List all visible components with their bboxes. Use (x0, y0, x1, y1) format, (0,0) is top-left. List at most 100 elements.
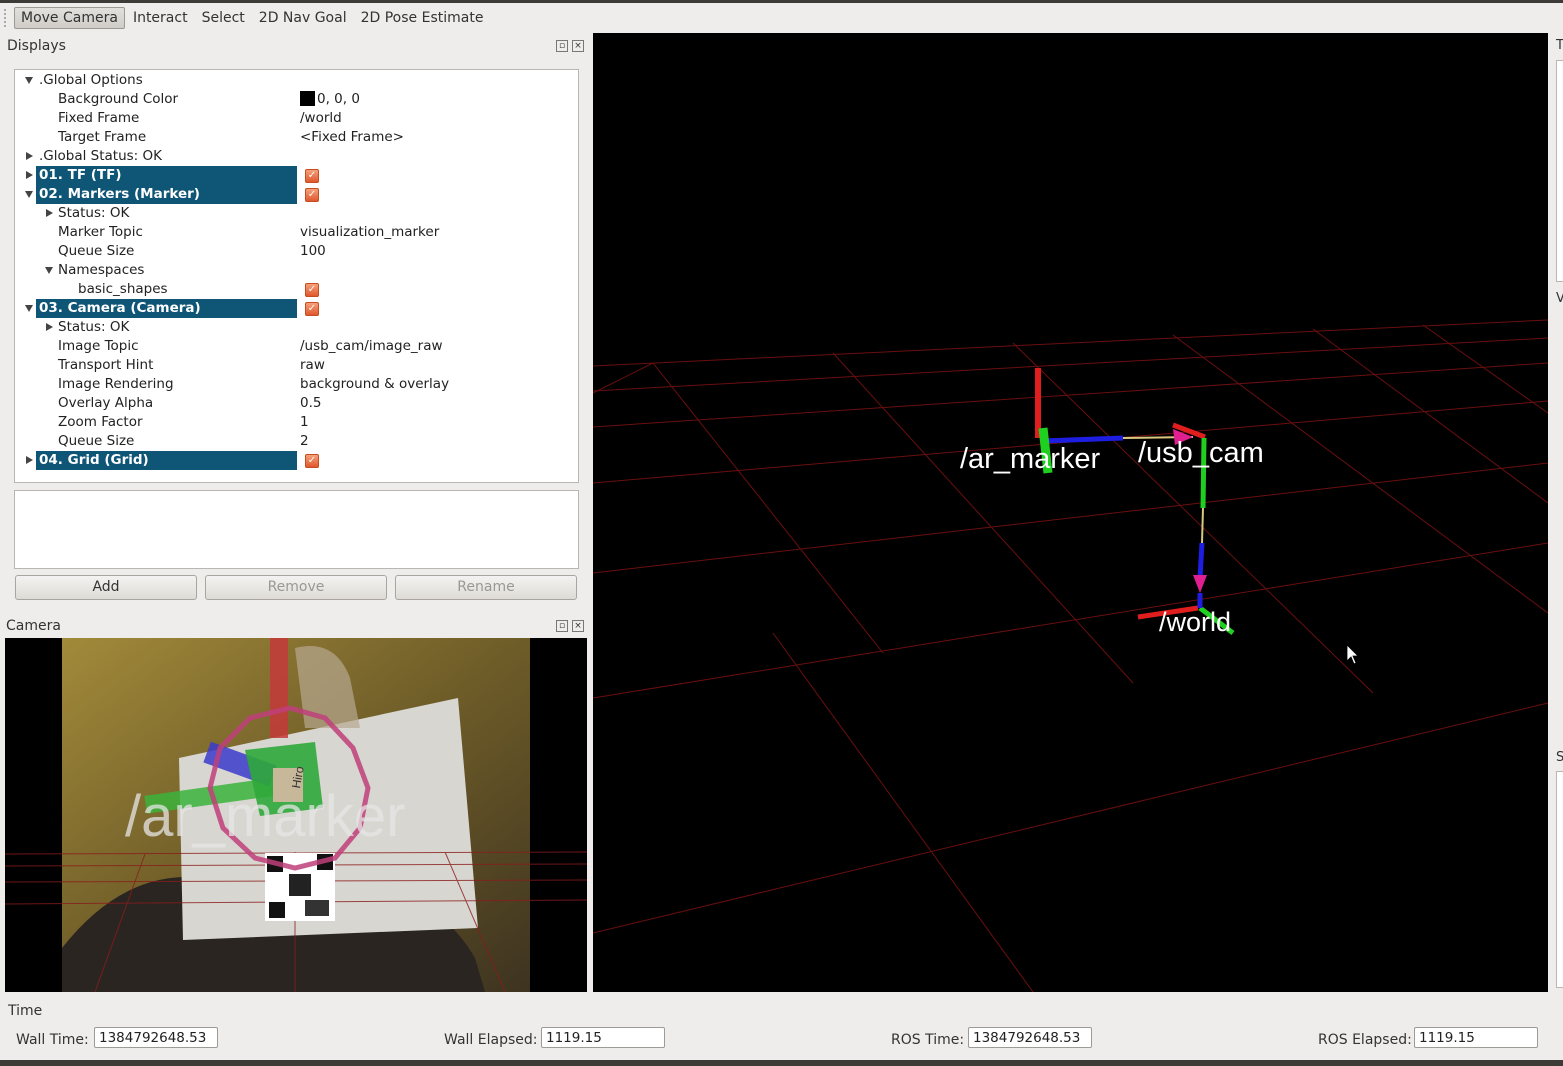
tree-row-transport-hint[interactable]: Transport Hint raw (15, 356, 578, 375)
tool-select[interactable]: Select (196, 8, 251, 28)
expand-arrow-icon[interactable] (26, 456, 33, 464)
property-value[interactable]: 2 (300, 432, 309, 451)
property-value[interactable]: background & overlay (300, 375, 449, 394)
property-label: Image Rendering (58, 376, 174, 392)
ros-time-field[interactable]: 1384792648.53 (968, 1027, 1092, 1048)
property-label: Target Frame (58, 129, 147, 145)
tree-row-zoom-factor[interactable]: Zoom Factor 1 (15, 413, 578, 432)
ros-elapsed-field[interactable]: 1119.15 (1414, 1027, 1538, 1048)
property-value[interactable]: /usb_cam/image_raw (300, 337, 443, 356)
tree-row-target-frame[interactable]: Target Frame <Fixed Frame> (15, 128, 578, 147)
tree-row-overlay-alpha[interactable]: Overlay Alpha 0.5 (15, 394, 578, 413)
property-label: Marker Topic (58, 224, 143, 240)
wall-time-field[interactable]: 1384792648.53 (94, 1027, 218, 1048)
property-value[interactable]: 1 (300, 413, 309, 432)
color-swatch (300, 91, 315, 106)
enabled-checkbox[interactable]: ✓ (305, 188, 319, 202)
property-value: 0, 0, 0 (317, 91, 360, 107)
right-panel-box-bottom (1556, 771, 1563, 988)
tool-2d-nav-goal[interactable]: 2D Nav Goal (253, 8, 353, 28)
tree-row-fixed-frame[interactable]: Fixed Frame /world (15, 109, 578, 128)
tree-row-image-topic[interactable]: Image Topic /usb_cam/image_raw (15, 337, 578, 356)
property-value[interactable]: 100 (300, 242, 326, 261)
tree-row-namespaces[interactable]: Namespaces (15, 261, 578, 280)
tree-row-background-color[interactable]: Background Color 0, 0, 0 (15, 90, 578, 109)
expand-arrow-icon[interactable] (26, 152, 33, 160)
property-label: Background Color (58, 91, 179, 107)
enabled-checkbox[interactable]: ✓ (305, 454, 319, 468)
tree-row-basic-shapes[interactable]: basic_shapes ✓ (15, 280, 578, 299)
camera-image-view[interactable]: Hiro /ar_marker (5, 638, 587, 992)
tree-row-marker-topic[interactable]: Marker Topic visualization_marker (15, 223, 578, 242)
tree-row-image-rendering[interactable]: Image Rendering background & overlay (15, 375, 578, 394)
expand-arrow-icon[interactable] (45, 267, 53, 274)
undock-icon[interactable]: ▫ (556, 40, 568, 52)
expand-arrow-icon[interactable] (46, 323, 53, 331)
tree-row-tf[interactable]: 01. TF (TF) ✓ (15, 166, 578, 185)
enabled-checkbox[interactable]: ✓ (305, 302, 319, 316)
render-3d-view[interactable]: /ar_marker /usb_cam /world (593, 33, 1548, 992)
rename-button[interactable]: Rename (395, 575, 577, 600)
enabled-checkbox[interactable]: ✓ (305, 169, 319, 183)
tree-row-camera-queue[interactable]: Queue Size 2 (15, 432, 578, 451)
tool-2d-pose-estimate[interactable]: 2D Pose Estimate (355, 8, 490, 28)
displays-tree[interactable]: .Global Options Background Color 0, 0, 0… (14, 69, 579, 483)
remove-button[interactable]: Remove (205, 575, 387, 600)
tool-interact[interactable]: Interact (127, 8, 194, 28)
tool-move-camera[interactable]: Move Camera (14, 7, 125, 29)
global-status-label: .Global Status: OK (39, 148, 162, 164)
camera-dock-buttons: ▫ × (556, 620, 584, 632)
wall-elapsed-field[interactable]: 1119.15 (541, 1027, 665, 1048)
tree-row-camera-status[interactable]: Status: OK (15, 318, 578, 337)
display-name: 02. Markers (Marker) (39, 186, 200, 202)
expand-arrow-icon[interactable] (25, 191, 33, 198)
enabled-checkbox[interactable]: ✓ (305, 283, 319, 297)
tree-row-camera[interactable]: 03. Camera (Camera) ✓ (15, 299, 578, 318)
expand-arrow-icon[interactable] (46, 209, 53, 217)
frame-label-world: /world (1159, 607, 1231, 637)
camera-panel-title: Camera (6, 618, 61, 634)
tree-row-markers-queue[interactable]: Queue Size 100 (15, 242, 578, 261)
right-panel-letter-t: T (1556, 38, 1563, 53)
right-panel-letter-v: V (1556, 291, 1563, 306)
namespaces-label: Namespaces (58, 262, 145, 278)
close-icon[interactable]: × (572, 620, 584, 632)
undock-icon[interactable]: ▫ (556, 620, 568, 632)
expand-arrow-icon[interactable] (25, 77, 33, 84)
tf-frames (1035, 368, 1235, 635)
display-name: 03. Camera (Camera) (39, 300, 201, 316)
mouse-cursor-icon (1346, 644, 1359, 665)
toolbar-grip[interactable] (4, 9, 14, 27)
property-description-box (14, 490, 579, 569)
namespace-label: basic_shapes (78, 281, 168, 297)
tree-row-global-options[interactable]: .Global Options (15, 71, 578, 90)
tree-row-global-status[interactable]: .Global Status: OK (15, 147, 578, 166)
grid-floor (593, 319, 1548, 992)
status-label: Status: OK (58, 205, 130, 221)
expand-arrow-icon[interactable] (26, 171, 33, 179)
displays-dock-buttons: ▫ × (556, 40, 584, 52)
property-value[interactable]: raw (300, 356, 325, 375)
scene-canvas: /ar_marker /usb_cam /world (593, 319, 1548, 992)
add-button[interactable]: Add (15, 575, 197, 600)
property-value[interactable]: <Fixed Frame> (300, 128, 404, 147)
time-panel-title: Time (8, 1003, 43, 1019)
frame-label-usb-cam: /usb_cam (1138, 437, 1264, 469)
tree-row-markers-status[interactable]: Status: OK (15, 204, 578, 223)
tree-row-grid[interactable]: 04. Grid (Grid) ✓ (15, 451, 578, 470)
wall-elapsed-label: Wall Elapsed: (444, 1032, 538, 1048)
rviz-window: Move Camera Interact Select 2D Nav Goal … (0, 3, 1563, 1060)
close-icon[interactable]: × (572, 40, 584, 52)
frame-label-ar-marker: /ar_marker (960, 443, 1101, 475)
tree-row-markers[interactable]: 02. Markers (Marker) ✓ (15, 185, 578, 204)
property-label: Fixed Frame (58, 110, 140, 126)
wall-time-label: Wall Time: (16, 1032, 89, 1048)
ros-time-label: ROS Time: (891, 1032, 965, 1048)
property-label: Zoom Factor (58, 414, 143, 430)
background-color-value[interactable]: 0, 0, 0 (300, 90, 360, 109)
property-value[interactable]: 0.5 (300, 394, 321, 413)
property-value[interactable]: visualization_marker (300, 223, 439, 242)
property-value[interactable]: /world (300, 109, 342, 128)
display-name: 04. Grid (Grid) (39, 452, 149, 468)
expand-arrow-icon[interactable] (25, 305, 33, 312)
